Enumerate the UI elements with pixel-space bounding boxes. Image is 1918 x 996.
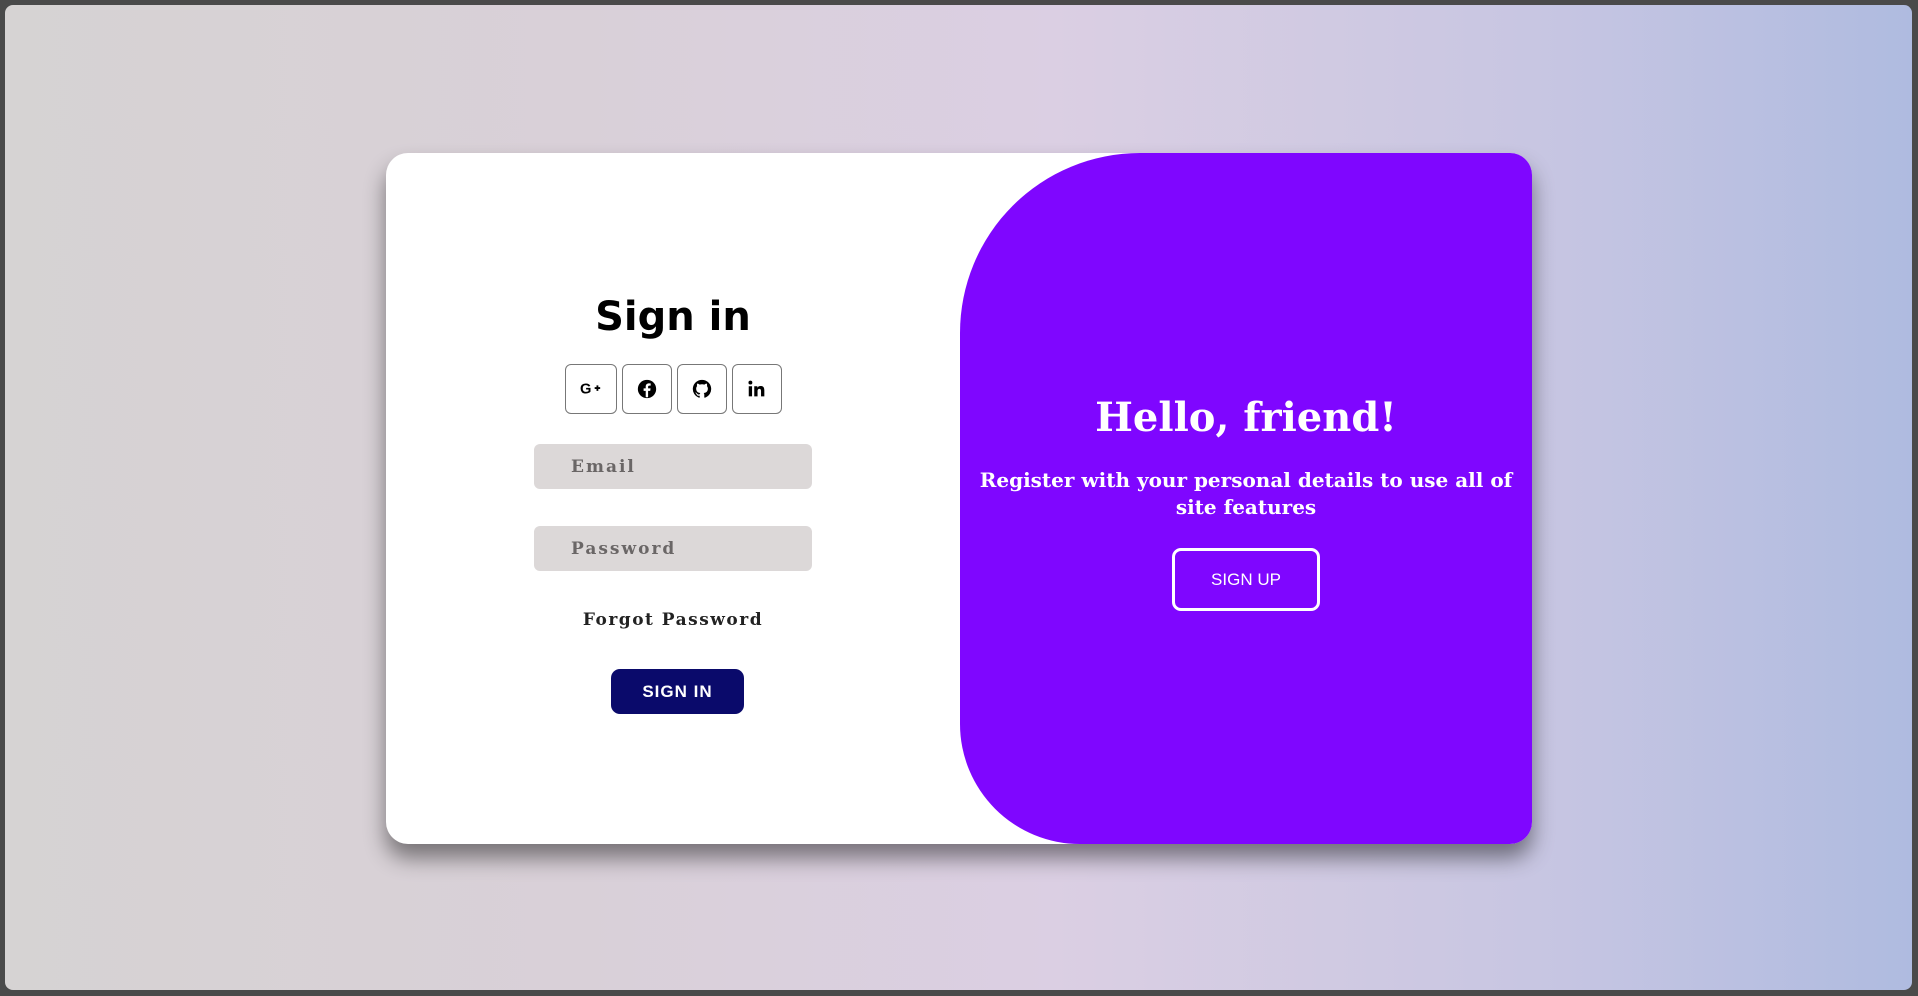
- welcome-heading: Hello, friend!: [1095, 394, 1397, 441]
- signup-button[interactable]: SIGN UP: [1172, 548, 1320, 611]
- signin-panel: Sign in G Email Forgot Password SIGN IN: [386, 153, 960, 844]
- github-icon: [692, 379, 711, 398]
- signin-button[interactable]: SIGN IN: [611, 669, 744, 714]
- facebook-icon: [637, 379, 656, 399]
- password-field[interactable]: [534, 526, 812, 571]
- welcome-text: Register with your personal details to u…: [979, 468, 1513, 519]
- facebook-button[interactable]: [621, 364, 672, 414]
- signin-title: Sign in: [595, 294, 751, 340]
- google-plus-button[interactable]: G: [564, 364, 617, 414]
- github-button[interactable]: [676, 364, 727, 414]
- google-plus-icon: G: [580, 382, 600, 398]
- forgot-password-link[interactable]: Forgot Password: [386, 610, 960, 630]
- page-background: Sign in G Email Forgot Password SIGN IN …: [5, 5, 1912, 990]
- linkedin-button[interactable]: [731, 364, 782, 414]
- email-field[interactable]: [534, 444, 812, 489]
- linkedin-icon: [747, 380, 764, 397]
- social-login-group: G: [386, 364, 960, 414]
- auth-card: Sign in G Email Forgot Password SIGN IN …: [386, 153, 1532, 844]
- welcome-panel: Hello, friend! Register with your person…: [960, 153, 1532, 844]
- svg-text:G: G: [580, 382, 591, 398]
